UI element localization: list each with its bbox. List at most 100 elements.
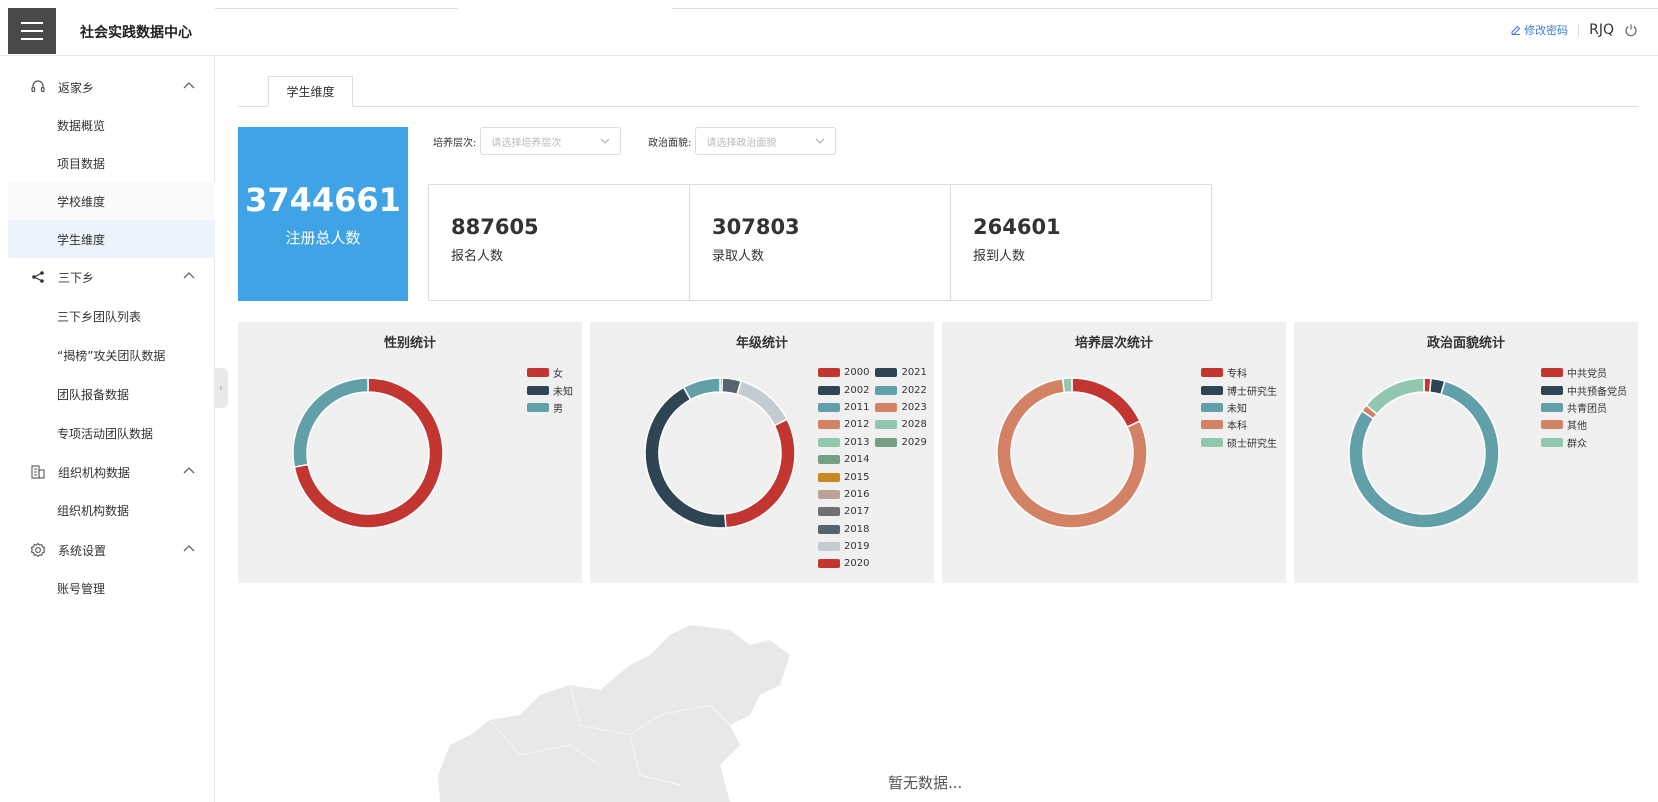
legend-item[interactable]: 博士研究生 [1201,381,1277,398]
stats-panel: 887605 报名人数 307803 录取人数 264601 报到人数 [428,184,1212,301]
sidebar-group-label: 返家乡 [58,80,95,95]
donut-slice-2020[interactable] [724,418,796,529]
stat-label: 报名人数 [451,249,504,264]
chevron-up-icon [183,545,195,552]
legend-item[interactable]: 其他 [1541,416,1627,433]
legend-swatch [527,385,549,395]
legend-item[interactable]: 2016 [818,486,869,503]
sidebar-item-student-dimension[interactable]: 学生维度 [8,220,215,258]
stat-value: 307803 [712,215,800,239]
sidebar-item-data-overview[interactable]: 数据概览 [8,106,215,144]
chevron-down-icon [816,138,825,144]
hamburger-icon [21,22,43,24]
legend-item[interactable]: 2012 [818,416,869,433]
tab-student-dimension[interactable]: 学生维度 [268,76,353,107]
legend-item[interactable]: 2013 [818,434,869,451]
level-select[interactable]: 请选择培养层次 [480,127,622,155]
legend-item[interactable]: 2021 [875,364,927,381]
legend-item[interactable]: 2014 [818,451,869,468]
donut-chart [292,377,444,529]
change-password-link[interactable]: 修改密码 [1511,22,1568,38]
stat-reported: 264601 报到人数 [951,185,1211,300]
legend-item[interactable]: 2022 [875,381,927,398]
legend-item[interactable]: 2019 [818,538,869,555]
legend-swatch [1541,420,1563,430]
legend-item[interactable]: 2023 [875,399,927,416]
legend-item[interactable]: 2015 [818,468,869,485]
donut-slice-2022[interactable] [682,377,721,401]
legend-label: 2029 [901,436,927,448]
legend-item[interactable]: 中共预备党员 [1541,381,1627,398]
legend-swatch [875,402,898,412]
user-name[interactable]: RJQ [1589,22,1614,38]
legend-item[interactable]: 2020 [818,555,869,572]
legend-item[interactable]: 2017 [818,503,869,520]
political-select[interactable]: 请选择政治面貌 [695,127,837,155]
sidebar-item-organization-data[interactable]: 组织机构数据 [8,491,215,529]
power-icon [1625,24,1637,37]
sidebar-group-label: 三下乡 [58,270,95,285]
legend-item[interactable]: 2011 [818,399,869,416]
donut-slice-2021[interactable] [644,386,727,529]
legend-label: 中共党员 [1567,369,1607,381]
donut-slice-硕士研究生[interactable] [1061,377,1073,394]
legend-label: 2012 [844,419,870,431]
legend-item[interactable]: 共青团员 [1541,399,1627,416]
logout-button[interactable] [1624,23,1638,37]
donut-slice-2019[interactable] [736,380,789,427]
legend-item[interactable]: 本科 [1201,416,1277,433]
sidebar-item-project-data[interactable]: 项目数据 [8,144,215,182]
donut-slice-群众[interactable] [1365,377,1425,416]
donut-slice-男[interactable] [292,377,369,468]
legend-item[interactable]: 未知 [1201,399,1277,416]
map-empty-text: 暂无数据... [888,774,963,792]
legend-item[interactable]: 2000 [818,364,869,381]
legend-item[interactable]: 2028 [875,416,927,433]
sidebar-group-organization[interactable]: 组织机构数据 [8,454,215,490]
political-status-chart: 政治面貌统计 中共党员 中共预备党员 共青团员 其他 群众 [1294,322,1638,583]
legend-swatch [818,507,840,517]
legend-swatch [1201,368,1223,378]
chevron-up-icon [183,272,195,279]
sidebar-group-settings[interactable]: 系统设置 [8,532,215,568]
legend-item[interactable]: 硕士研究生 [1201,434,1277,451]
donut-slice-专科[interactable] [1071,377,1141,429]
sidebar-item-team-report-data[interactable]: 团队报备数据 [8,375,215,413]
legend-swatch [875,420,898,430]
change-password-label: 修改密码 [1524,24,1569,37]
sidebar-item-account-management[interactable]: 账号管理 [8,569,215,607]
sidebar-item-special-activity-data[interactable]: 专项活动团队数据 [8,414,215,452]
chevron-down-icon [601,138,610,144]
sidebar: 返家乡 数据概览 项目数据 学校维度 学生维度 三下乡 三下乡团队列表 “揭榜”… [8,57,215,802]
legend-item[interactable]: 女 [527,364,573,381]
legend-item[interactable]: 未知 [527,381,573,398]
sidebar-item-team-list[interactable]: 三下乡团队列表 [8,297,215,335]
legend-swatch [875,385,898,395]
legend-label: 共青团员 [1567,403,1607,415]
legend-label: 中共预备党员 [1567,386,1627,398]
sidebar-item-jiebang-team-data[interactable]: “揭榜”攻关团队数据 [8,336,215,374]
legend-swatch [818,524,840,534]
sidebar-group-label: 系统设置 [58,543,107,558]
top-bar: 社会实践数据中心 修改密码 RJQ [0,0,1658,56]
legend-swatch [1201,437,1223,447]
legend-item[interactable]: 群众 [1541,434,1627,451]
legend-label: 2002 [844,384,870,396]
legend-item[interactable]: 男 [527,399,573,416]
sidebar-collapse-handle[interactable]: ‹ [214,368,228,408]
menu-toggle-button[interactable] [8,8,56,54]
sidebar-group-fanjiaxiang[interactable]: 返家乡 [8,69,215,105]
stat-admitted: 307803 录取人数 [690,185,951,300]
political-select-placeholder: 请选择政治面貌 [706,137,777,149]
legend-item[interactable]: 中共党员 [1541,364,1627,381]
legend-item[interactable]: 专科 [1201,364,1277,381]
sidebar-group-sanxiaxiang[interactable]: 三下乡 [8,259,215,295]
legend-item[interactable]: 2029 [875,434,927,451]
legend-swatch [875,368,898,378]
stat-value: 264601 [973,215,1061,239]
sidebar-item-school-dimension[interactable]: 学校维度 [8,182,215,220]
total-registered-card: 3744661 注册总人数 [238,127,408,301]
legend-label: 其他 [1567,421,1587,433]
legend-item[interactable]: 2018 [818,521,869,538]
legend-item[interactable]: 2002 [818,381,869,398]
